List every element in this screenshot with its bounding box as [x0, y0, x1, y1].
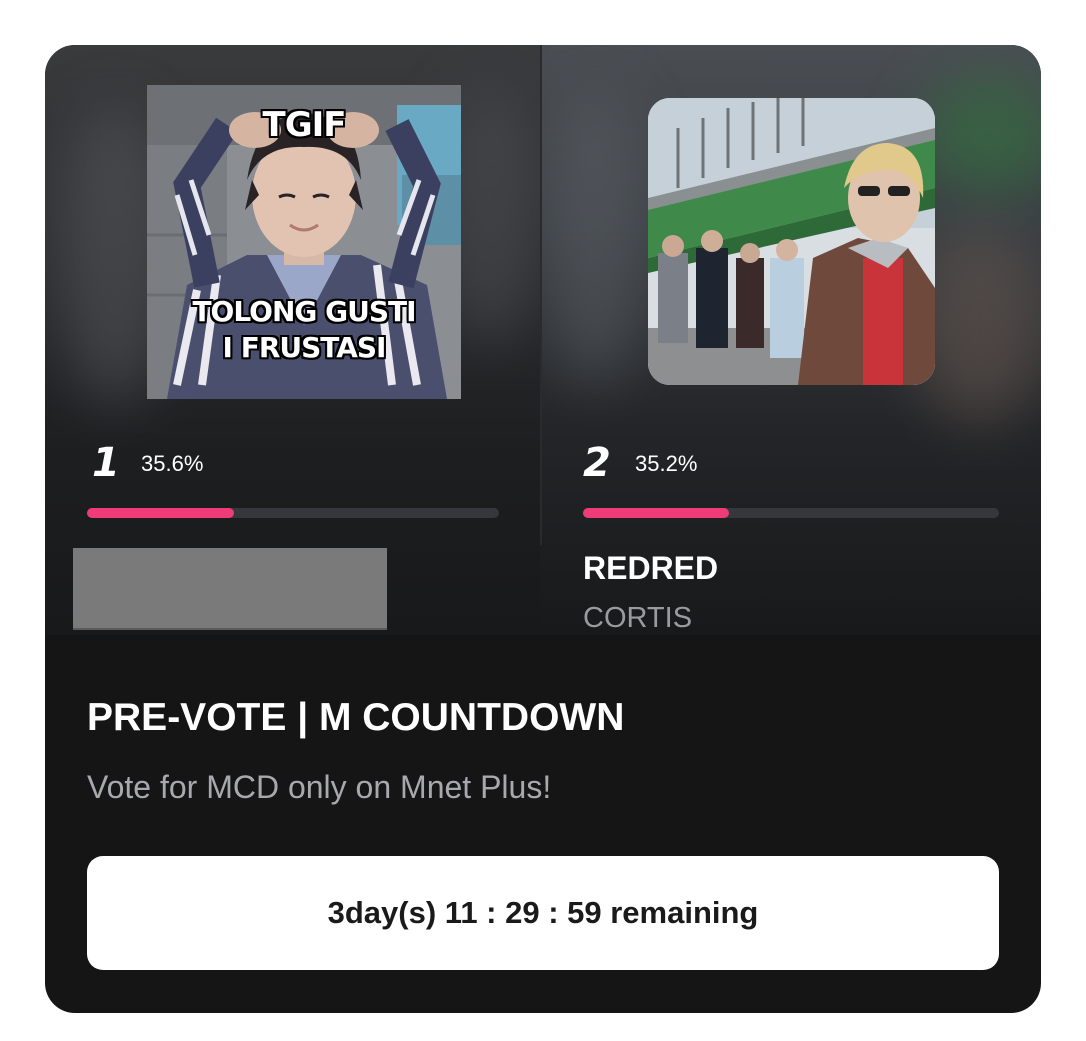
candidate-1-info-redacted [73, 548, 387, 628]
vote-subtitle: Vote for MCD only on Mnet Plus! [87, 769, 552, 805]
vote-card: TGIF TOLONG GUSTI I FRUSTASI 1 35.6% 2 3… [45, 45, 1041, 1013]
candidate-1-progress-fill [87, 508, 234, 518]
candidate-2-artist: CORTIS [583, 602, 693, 634]
candidate-2-percent: 35.2% [635, 451, 698, 476]
candidate-2-song-title: REDRED [583, 550, 719, 586]
meme-caption-top: TGIF [262, 105, 347, 145]
meme-caption-bottom: TOLONG GUSTI [192, 295, 416, 328]
remaining-time-button[interactable]: 3day(s) 11 : 29 : 59 remaining [87, 856, 999, 970]
panel-divider [540, 45, 542, 545]
meme-caption-bottom: I FRUSTASI [222, 331, 387, 364]
background-blur [920, 75, 1041, 195]
candidate-1-progress-track [87, 508, 499, 518]
candidate-1-percent: 35.6% [141, 451, 204, 476]
candidate-2-rank: 2 [583, 440, 611, 486]
candidate-2-photo [648, 98, 935, 385]
candidate-2-image[interactable] [648, 98, 935, 385]
candidate-2-progress-fill [583, 508, 730, 518]
candidate-1-rank: 1 [92, 440, 120, 486]
vote-title: PRE-VOTE | M COUNTDOWN [87, 696, 625, 739]
background-blur [540, 85, 650, 385]
candidate-2-progress-track [583, 508, 999, 518]
candidate-1-image[interactable]: TGIF TOLONG GUSTI I FRUSTASI [147, 85, 461, 399]
